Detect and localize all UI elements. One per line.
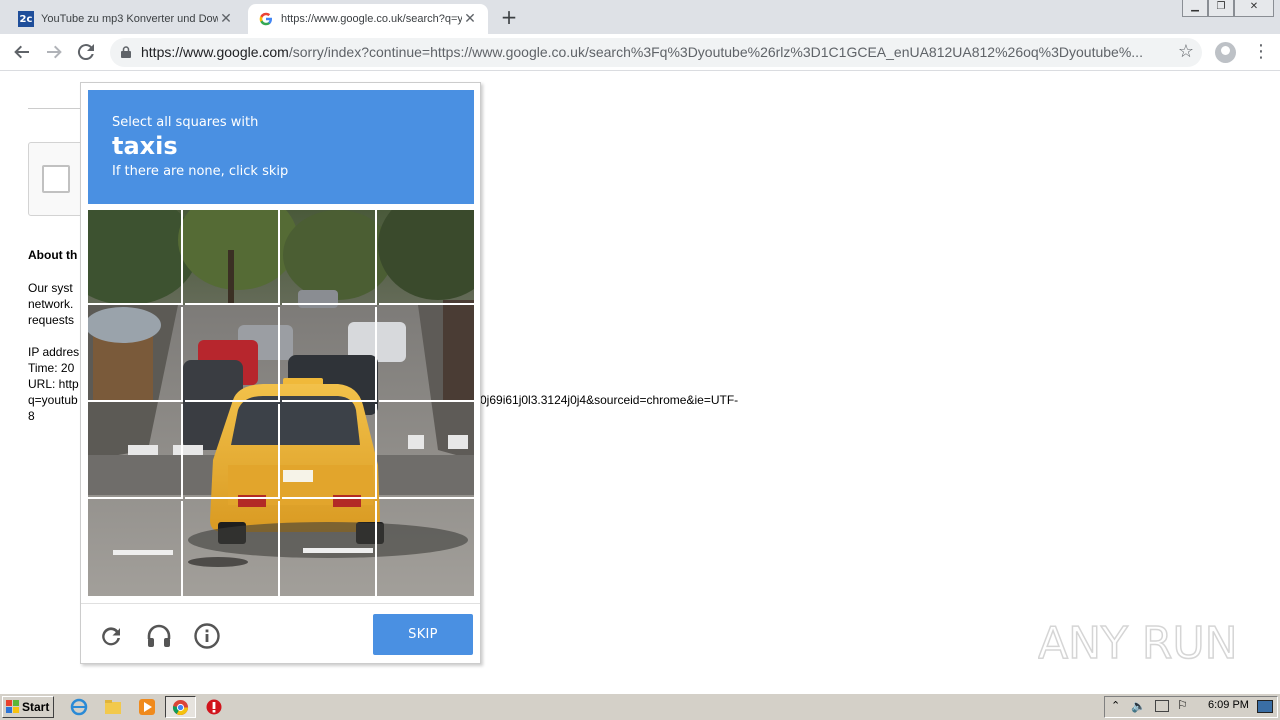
grid-tile[interactable] [282,404,377,499]
volume-icon[interactable]: 🔈 [1131,699,1146,713]
grid-tile[interactable] [379,501,474,596]
info-line: IP addres [28,345,80,359]
taskbar: Start ⌃ 🔈 ⚐ 6:09 PM [0,693,1280,720]
anyrun-watermark: ANY RUN [1038,617,1238,670]
internet-explorer-icon[interactable] [70,698,88,716]
tab-strip: 2c YouTube zu mp3 Konverter und Download… [0,0,1280,34]
grid-tile[interactable] [379,404,474,499]
recaptcha-challenge: Select all squares with taxis If there a… [80,82,481,664]
skip-button[interactable]: SKIP [373,614,473,655]
grid-tile[interactable] [379,307,474,402]
body-line: Our syst [28,281,73,295]
clock[interactable]: 6:09 PM [1208,699,1249,711]
image-grid [88,210,474,596]
watermark-text: ANY RUN [1038,618,1238,669]
chrome-menu-icon[interactable]: ⋮ [1252,40,1270,64]
url-path: /sorry/index?continue=https://www.google… [288,44,1143,60]
grid-tile[interactable] [185,307,280,402]
system-tray: ⌃ 🔈 ⚐ [1104,696,1278,718]
info-line: URL: http [28,377,79,391]
start-button[interactable]: Start [2,696,54,718]
tab-title: YouTube zu mp3 Konverter und Download [41,13,218,25]
tab-google-search[interactable]: https://www.google.co.uk/search?q=youtub… [248,4,488,34]
google-icon [258,11,274,27]
grid-tile[interactable] [185,404,280,499]
profile-avatar-icon[interactable] [1215,42,1236,63]
grid-tile[interactable] [88,404,183,499]
minimize-icon[interactable]: ▁ [1182,0,1208,17]
target-object: taxis [112,132,178,160]
url-tail-text: 0j69i61j0l3.3124j0j4&sourceid=chrome&ie=… [480,393,739,407]
action-center-flag-icon[interactable]: ⚐ [1177,698,1188,712]
opera-icon[interactable] [205,698,223,716]
address-bar[interactable]: https://www.google.com/sorry/index?conti… [110,38,1202,67]
challenge-header: Select all squares with taxis If there a… [88,90,474,204]
browser-toolbar: https://www.google.com/sorry/index?conti… [0,34,1280,71]
chrome-taskbar-button[interactable] [165,696,196,718]
show-hidden-icons-icon[interactable]: ⌃ [1111,699,1120,712]
grid-tile[interactable] [88,210,183,305]
instruction-text: Select all squares with [112,115,259,130]
body-line: requests [28,313,75,327]
grid-tile[interactable] [282,210,377,305]
divider [28,108,88,109]
media-player-icon[interactable] [138,698,156,716]
network-icon[interactable] [1155,700,1169,712]
grid-tile[interactable] [282,501,377,596]
grid-tile[interactable] [185,210,280,305]
info-icon[interactable] [192,621,222,651]
about-heading: About th [28,248,78,262]
start-label: Start [22,700,50,714]
audio-challenge-icon[interactable] [144,621,174,651]
tab-title: https://www.google.co.uk/search?q=youtub… [281,13,462,25]
window-controls: ▁ ❐ ✕ [1182,0,1274,17]
converter-favicon-icon: 2c [18,11,34,27]
grid-tile[interactable] [88,307,183,402]
reload-challenge-icon[interactable] [96,621,126,651]
grid-tile[interactable] [282,307,377,402]
tab-youtube-converter[interactable]: 2c YouTube zu mp3 Konverter und Download… [8,4,244,34]
info-line: q=youtub [28,393,78,407]
info-line: 8 [28,409,35,423]
footer-divider [81,603,480,604]
recaptcha-checkbox[interactable] [42,165,70,193]
show-desktop-icon[interactable] [1257,700,1273,713]
new-tab-button[interactable]: + [498,7,520,29]
close-tab-icon[interactable]: ✕ [462,11,478,27]
grid-tile[interactable] [379,210,474,305]
lock-icon [121,46,131,58]
screen: 2c YouTube zu mp3 Konverter und Download… [0,0,1280,720]
forward-arrow-icon[interactable] [42,40,66,64]
close-window-icon[interactable]: ✕ [1234,0,1274,17]
windows-flag-icon [6,700,19,713]
url-text: https://www.google.com/sorry/index?conti… [141,44,1171,60]
close-tab-icon[interactable]: ✕ [218,11,234,27]
file-explorer-icon[interactable] [104,698,122,716]
hint-text: If there are none, click skip [112,164,289,179]
bookmark-star-icon[interactable]: ☆ [1178,41,1194,62]
restore-icon[interactable]: ❐ [1208,0,1234,17]
grid-tile[interactable] [185,501,280,596]
grid-tile[interactable] [88,501,183,596]
back-arrow-icon[interactable] [10,40,34,64]
url-host: https://www.google.com [141,44,289,60]
reload-icon[interactable] [74,40,98,64]
info-line: Time: 20 [28,361,75,375]
chrome-icon [172,699,189,716]
body-line: network. [28,297,74,311]
